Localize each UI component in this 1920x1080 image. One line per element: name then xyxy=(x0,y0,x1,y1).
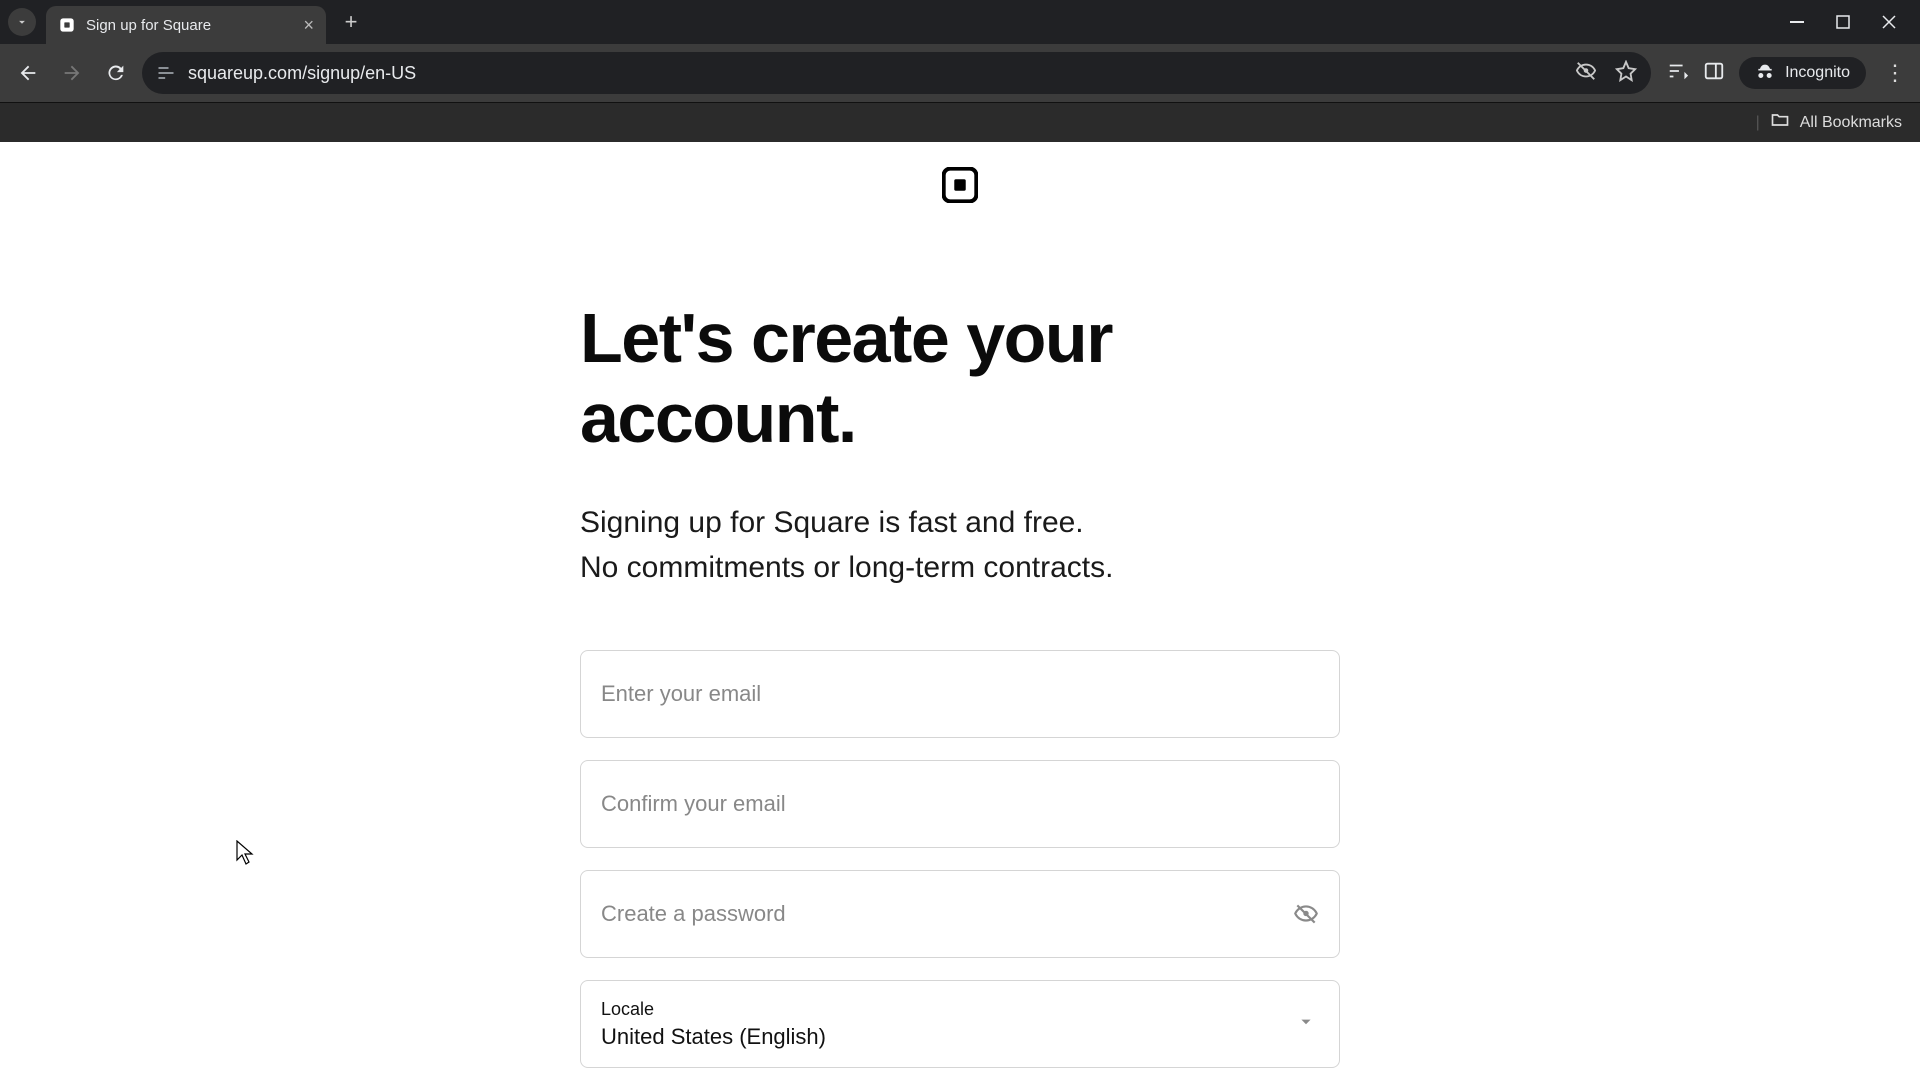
new-tab-button[interactable]: + xyxy=(336,7,366,37)
page-subheading: Signing up for Square is fast and free. … xyxy=(580,500,1340,590)
address-bar[interactable]: squareup.com/signup/en-US xyxy=(142,52,1651,94)
incognito-label: Incognito xyxy=(1785,64,1850,82)
password-field-wrapper xyxy=(580,870,1340,958)
email-field-wrapper xyxy=(580,650,1340,738)
square-favicon-icon xyxy=(58,16,76,34)
square-logo-icon xyxy=(942,167,978,208)
tab-title: Sign up for Square xyxy=(86,17,293,34)
eye-off-icon xyxy=(1293,901,1319,927)
incognito-icon xyxy=(1755,63,1775,83)
chevron-down-icon xyxy=(1295,1011,1317,1038)
signup-page: Let's create your account. Signing up fo… xyxy=(0,142,1920,1080)
logo-container xyxy=(0,152,1920,298)
reload-icon xyxy=(105,62,127,84)
all-bookmarks-button[interactable]: All Bookmarks xyxy=(1800,114,1902,132)
back-button[interactable] xyxy=(10,55,46,91)
email-input[interactable] xyxy=(601,681,1319,707)
browser-menu-button[interactable]: ⋮ xyxy=(1880,60,1910,86)
folder-icon xyxy=(1770,110,1790,135)
reload-button[interactable] xyxy=(98,55,134,91)
forward-button[interactable] xyxy=(54,55,90,91)
browser-chrome: Sign up for Square × + squareup.com/sign… xyxy=(0,0,1920,142)
arrow-right-icon xyxy=(61,62,83,84)
incognito-indicator[interactable]: Incognito xyxy=(1739,57,1866,89)
browser-tab[interactable]: Sign up for Square × xyxy=(46,6,326,44)
locale-label: Locale xyxy=(601,999,1319,1020)
page-viewport[interactable]: Let's create your account. Signing up fo… xyxy=(0,142,1920,1080)
subhead-line-2: No commitments or long-term contracts. xyxy=(580,551,1113,584)
page-heading: Let's create your account. xyxy=(580,298,1340,458)
chevron-down-icon xyxy=(15,15,29,29)
close-window-button[interactable] xyxy=(1880,13,1898,31)
tab-search-dropdown[interactable] xyxy=(8,8,36,36)
arrow-left-icon xyxy=(17,62,39,84)
side-panel-icon[interactable] xyxy=(1703,60,1725,87)
locale-value: United States (English) xyxy=(601,1024,1319,1050)
browser-toolbar: squareup.com/signup/en-US Incognito xyxy=(0,44,1920,102)
password-visibility-toggle[interactable] xyxy=(1293,901,1319,927)
signup-form: Let's create your account. Signing up fo… xyxy=(560,298,1360,1080)
bookmarks-bar: | All Bookmarks xyxy=(0,102,1920,142)
confirm-email-field-wrapper xyxy=(580,760,1340,848)
locale-select[interactable]: Locale United States (English) xyxy=(580,980,1340,1068)
eye-off-icon[interactable] xyxy=(1575,60,1597,87)
subhead-line-1: Signing up for Square is fast and free. xyxy=(580,506,1084,539)
url-text: squareup.com/signup/en-US xyxy=(188,63,1563,84)
bookmark-star-icon[interactable] xyxy=(1615,60,1637,87)
minimize-button[interactable] xyxy=(1788,13,1806,31)
maximize-button[interactable] xyxy=(1834,13,1852,31)
tab-strip: Sign up for Square × + xyxy=(0,0,1920,44)
window-controls xyxy=(1788,13,1912,31)
close-tab-button[interactable]: × xyxy=(303,15,314,36)
site-settings-icon[interactable] xyxy=(156,63,176,83)
confirm-email-input[interactable] xyxy=(601,791,1319,817)
media-controls-icon[interactable] xyxy=(1667,60,1689,87)
password-input[interactable] xyxy=(601,901,1319,927)
